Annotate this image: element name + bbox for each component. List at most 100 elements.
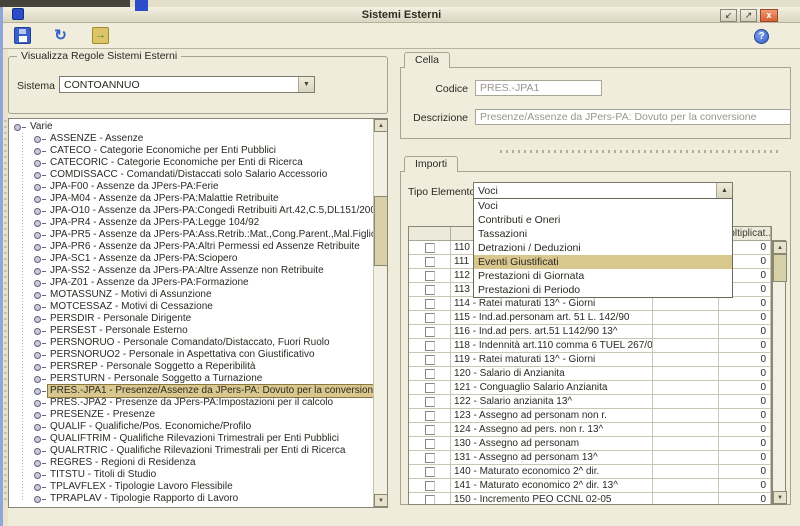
tree-item[interactable]: PRESENZE - Presenze xyxy=(9,409,371,421)
table-row[interactable]: 140 - Maturato economico 2^ dir. 0 xyxy=(409,465,771,479)
tree-scrollbar-thumb[interactable] xyxy=(374,196,388,266)
tree-item[interactable]: QUALIF - Qualifiche/Pos. Economiche/Prof… xyxy=(9,421,371,433)
tree-item[interactable]: CATECO - Categorie Economiche per Enti P… xyxy=(9,145,371,157)
table-row[interactable]: 119 - Ratei maturati 13^ - Giorni 0 xyxy=(409,353,771,367)
row-checkbox[interactable] xyxy=(425,495,435,505)
tree-item[interactable]: PERSNORUO - Personale Comandato/Distacca… xyxy=(9,337,371,349)
row-checkbox[interactable] xyxy=(425,481,435,491)
help-icon[interactable]: ? xyxy=(754,29,769,44)
tree-item[interactable]: JPA-Z01 - Assenze da JPers-PA:Formazione xyxy=(9,277,371,289)
close-button[interactable]: x xyxy=(760,9,778,22)
row-checkbox[interactable] xyxy=(425,397,435,407)
splitter-dots[interactable] xyxy=(500,150,782,153)
table-row[interactable]: 150 - Incremento PEO CCNL 02-05 0 xyxy=(409,493,771,505)
dropdown-option[interactable]: Prestazioni di Giornata xyxy=(474,269,732,283)
row-checkbox[interactable] xyxy=(425,439,435,449)
row-checkbox[interactable] xyxy=(425,355,435,365)
tree-item[interactable]: PERSTURN - Personale Soggetto a Turnazio… xyxy=(9,373,371,385)
tree-item[interactable]: TITSTU - Titoli di Studio xyxy=(9,469,371,481)
descrizione-field[interactable]: Presenze/Assenze da JPers-PA: Dovuto per… xyxy=(475,109,791,125)
maximize-button[interactable]: ↗ xyxy=(740,9,757,22)
tree-item[interactable]: JPA-F00 - Assenze da JPers-PA:Ferie xyxy=(9,181,371,193)
codice-field[interactable]: PRES.-JPA1 xyxy=(475,80,602,96)
tipo-elemento-combobox[interactable]: Voci ▲ xyxy=(473,182,733,199)
table-row[interactable]: 118 - Indennità art.110 comma 6 TUEL 267… xyxy=(409,339,771,353)
titlebar[interactable]: Sistemi Esterni ↙ ↗ x xyxy=(3,7,800,23)
table-row[interactable]: 120 - Salario di Anzianita 0 xyxy=(409,367,771,381)
tree-item[interactable]: PERSREP - Personale Soggetto a Reperibil… xyxy=(9,361,371,373)
tree-item[interactable]: JPA-M04 - Assenze da JPers-PA:Malattie R… xyxy=(9,193,371,205)
table-row[interactable]: 131 - Assegno ad personam 13^ 0 xyxy=(409,451,771,465)
refresh-icon[interactable]: ↻ xyxy=(52,27,69,44)
row-checkbox[interactable] xyxy=(425,467,435,477)
table-row[interactable]: 122 - Salario anzianita 13^ 0 xyxy=(409,395,771,409)
dropdown-option[interactable]: Tassazioni xyxy=(474,227,732,241)
tree-item[interactable]: REGRES - Regioni di Residenza xyxy=(9,457,371,469)
visualizza-regole-groupbox: Visualizza Regole Sistemi Esterni Sistem… xyxy=(8,56,388,114)
row-checkbox[interactable] xyxy=(425,425,435,435)
tree-item[interactable]: JPA-O10 - Assenze da JPers-PA:Congedi Re… xyxy=(9,205,371,217)
tree-item[interactable]: JPA-PR5 - Assenze da JPers-PA:Ass.Retrib… xyxy=(9,229,371,241)
tree-item[interactable]: COMDISSACC - Comandati/Distaccati solo S… xyxy=(9,169,371,181)
row-checkbox[interactable] xyxy=(425,243,435,253)
tab-cella[interactable]: Cella xyxy=(404,52,450,68)
sistema-combobox[interactable]: CONTOANNUO ▼ xyxy=(59,76,315,93)
tree-item[interactable]: JPA-PR6 - Assenze da JPers-PA:Altri Perm… xyxy=(9,241,371,253)
table-scrollbar-thumb[interactable] xyxy=(773,254,787,282)
dropdown-option[interactable]: Voci xyxy=(474,199,732,213)
tree-expand-icon[interactable] xyxy=(14,124,21,131)
tree-item[interactable]: TPRAPLAV - Tipologie Rapporto di Lavoro xyxy=(9,493,371,505)
exit-icon[interactable]: → xyxy=(92,27,109,44)
dropdown-option[interactable]: Prestazioni di Periodo xyxy=(474,283,732,297)
scroll-up-icon[interactable]: ▲ xyxy=(374,119,388,132)
tree-item[interactable]: ASSENZE - Assenze xyxy=(9,133,371,145)
tab-importi[interactable]: Importi xyxy=(404,156,458,172)
table-row[interactable]: 121 - Conguaglio Salario Anzianita 0 xyxy=(409,381,771,395)
table-row[interactable]: 130 - Assegno ad personam 0 xyxy=(409,437,771,451)
row-checkbox[interactable] xyxy=(425,383,435,393)
row-checkbox[interactable] xyxy=(425,313,435,323)
row-checkbox[interactable] xyxy=(425,369,435,379)
row-checkbox[interactable] xyxy=(425,341,435,351)
tree-item[interactable]: JPA-SC1 - Assenze da JPers-PA:Sciopero xyxy=(9,253,371,265)
tree-item[interactable]: MOTCESSAZ - Motivi di Cessazione xyxy=(9,301,371,313)
row-checkbox[interactable] xyxy=(425,453,435,463)
tree-root-item[interactable]: Varie xyxy=(9,121,371,133)
row-checkbox[interactable] xyxy=(425,299,435,309)
row-checkbox[interactable] xyxy=(425,271,435,281)
table-row[interactable]: 124 - Assegno ad pers. non r. 13^ 0 xyxy=(409,423,771,437)
tree-scrollbar[interactable]: ▲ ▼ xyxy=(373,119,387,507)
minimize-button[interactable]: ↙ xyxy=(720,9,737,22)
tree-item[interactable]: PRES.-JPA2 - Presenze da JPers-PA:Impost… xyxy=(9,397,371,409)
row-checkbox[interactable] xyxy=(425,411,435,421)
row-checkbox[interactable] xyxy=(425,285,435,295)
row-checkbox[interactable] xyxy=(425,257,435,267)
chevron-up-icon[interactable]: ▲ xyxy=(716,183,732,198)
dropdown-option[interactable]: Eventi Giustificati xyxy=(474,255,732,269)
table-row[interactable]: 114 - Ratei maturati 13^ - Giorni 0 xyxy=(409,297,771,311)
tree-item[interactable]: CATECORIC - Categorie Economiche per Ent… xyxy=(9,157,371,169)
tree-item[interactable]: PERSNORUO2 - Personale in Aspettativa co… xyxy=(9,349,371,361)
chevron-down-icon[interactable]: ▼ xyxy=(298,77,314,92)
dropdown-option[interactable]: Detrazioni / Deduzioni xyxy=(474,241,732,255)
tree-item[interactable]: PERSEST - Personale Esterno xyxy=(9,325,371,337)
scroll-down-icon[interactable]: ▼ xyxy=(374,494,388,507)
tree-item[interactable]: QUALRTRIC - Qualifiche Rilevazioni Trime… xyxy=(9,445,371,457)
row-checkbox[interactable] xyxy=(425,327,435,337)
table-row[interactable]: 123 - Assegno ad personam non r. 0 xyxy=(409,409,771,423)
table-row[interactable]: 141 - Maturato economico 2^ dir. 13^ 0 xyxy=(409,479,771,493)
scroll-up-icon[interactable]: ▲ xyxy=(773,241,787,254)
table-row[interactable]: 115 - Ind.ad.personam art. 51 L. 142/90 … xyxy=(409,311,771,325)
scroll-down-icon[interactable]: ▼ xyxy=(773,491,787,504)
tree-item[interactable]: JPA-PR4 - Assenze da JPers-PA:Legge 104/… xyxy=(9,217,371,229)
table-scrollbar[interactable]: ▲ ▼ xyxy=(772,240,786,505)
table-row[interactable]: 116 - Ind.ad pers. art.51 L142/90 13^ 0 xyxy=(409,325,771,339)
save-icon[interactable] xyxy=(14,27,31,44)
tree-item[interactable]: TPLAVFLEX - Tipologie Lavoro Flessibile xyxy=(9,481,371,493)
tree-item[interactable]: QUALIFTRIM - Qualifiche Rilevazioni Trim… xyxy=(9,433,371,445)
tree-item[interactable]: MOTASSUNZ - Motivi di Assunzione xyxy=(9,289,371,301)
tree-item[interactable]: PERSDIR - Personale Dirigente xyxy=(9,313,371,325)
dropdown-option[interactable]: Contributi e Oneri xyxy=(474,213,732,227)
tree-item[interactable]: PRES.-JPA1 - Presenze/Assenze da JPers-P… xyxy=(9,385,371,397)
tree-item[interactable]: JPA-SS2 - Assenze da JPers-PA:Altre Asse… xyxy=(9,265,371,277)
